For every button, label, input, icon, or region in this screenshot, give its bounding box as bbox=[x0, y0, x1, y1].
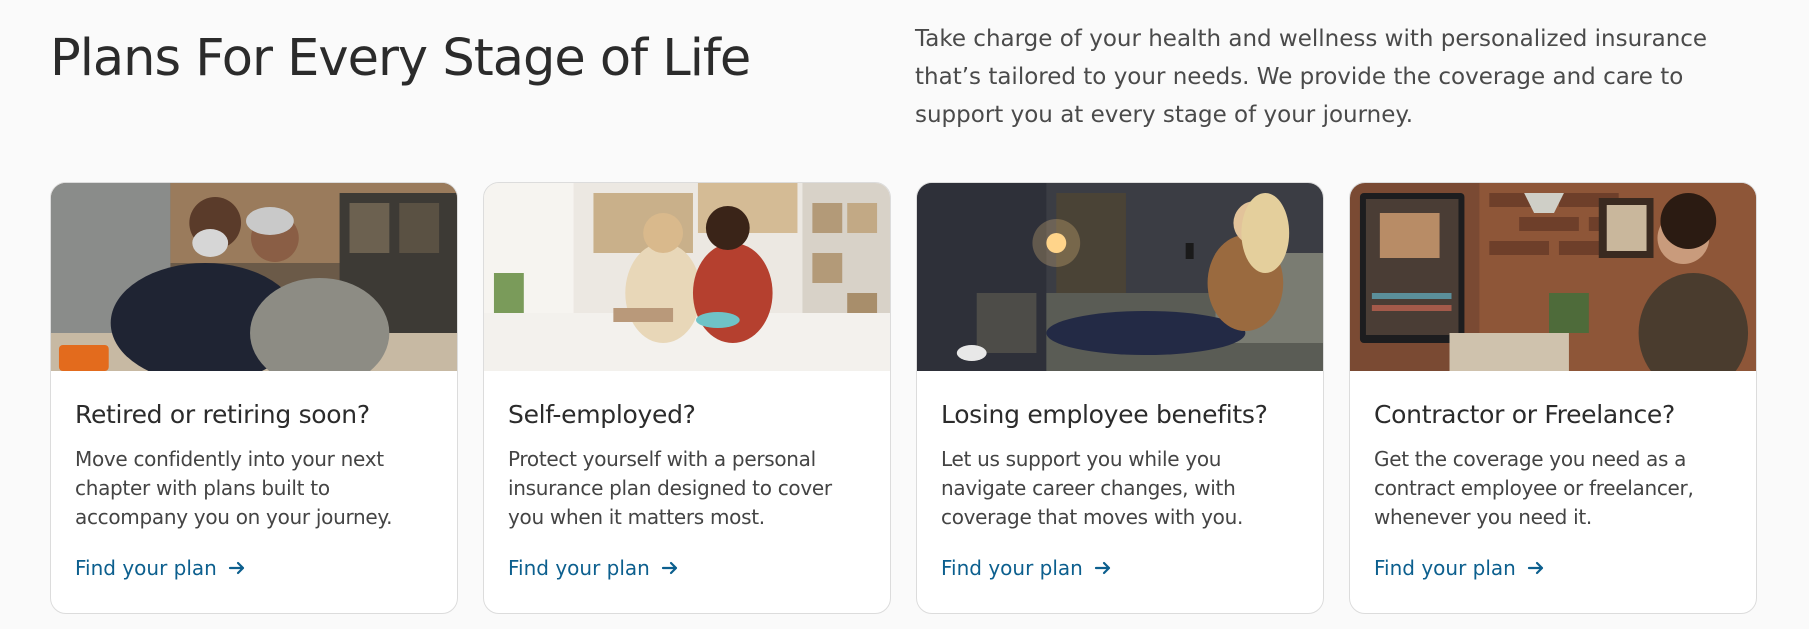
arrow-right-icon bbox=[1094, 561, 1110, 575]
card-description: Protect yourself with a personal insuran… bbox=[508, 447, 832, 529]
card-title: Contractor or Freelance? bbox=[1374, 400, 1675, 429]
card-image-two-women-working bbox=[484, 183, 890, 371]
page-title: Plans For Every Stage of Life bbox=[50, 29, 751, 88]
find-your-plan-link[interactable]: Find your plan bbox=[75, 556, 247, 580]
plan-card-self-employed: Self-employed? Protect yourself with a p… bbox=[483, 182, 891, 614]
card-description: Let us support you while you navigate ca… bbox=[941, 447, 1244, 529]
link-label: Find your plan bbox=[508, 556, 650, 580]
card-description: Move confidently into your next chapter … bbox=[75, 447, 393, 529]
link-label: Find your plan bbox=[941, 556, 1083, 580]
card-title: Losing employee benefits? bbox=[941, 400, 1268, 429]
card-image-person-at-computer bbox=[1350, 183, 1756, 371]
card-image-retired-couple bbox=[51, 183, 457, 371]
card-image-woman-on-couch bbox=[917, 183, 1323, 371]
link-label: Find your plan bbox=[1374, 556, 1516, 580]
plan-cards: Retired or retiring soon? Move confident… bbox=[50, 182, 1757, 614]
arrow-right-icon bbox=[228, 561, 244, 575]
find-your-plan-link[interactable]: Find your plan bbox=[941, 556, 1113, 580]
plan-card-losing-benefits: Losing employee benefits? Let us support… bbox=[916, 182, 1324, 614]
find-your-plan-link[interactable]: Find your plan bbox=[1374, 556, 1546, 580]
card-title: Self-employed? bbox=[508, 400, 696, 429]
card-title: Retired or retiring soon? bbox=[75, 400, 370, 429]
find-your-plan-link[interactable]: Find your plan bbox=[508, 556, 680, 580]
arrow-right-icon bbox=[661, 561, 677, 575]
arrow-right-icon bbox=[1527, 561, 1543, 575]
plans-section: Plans For Every Stage of Life Take charg… bbox=[0, 0, 1809, 629]
card-description: Get the coverage you need as a contract … bbox=[1374, 447, 1694, 529]
plan-card-contractor: Contractor or Freelance? Get the coverag… bbox=[1349, 182, 1757, 614]
intro-paragraph: Take charge of your health and wellness … bbox=[915, 26, 1708, 128]
plan-card-retired: Retired or retiring soon? Move confident… bbox=[50, 182, 458, 614]
link-label: Find your plan bbox=[75, 556, 217, 580]
